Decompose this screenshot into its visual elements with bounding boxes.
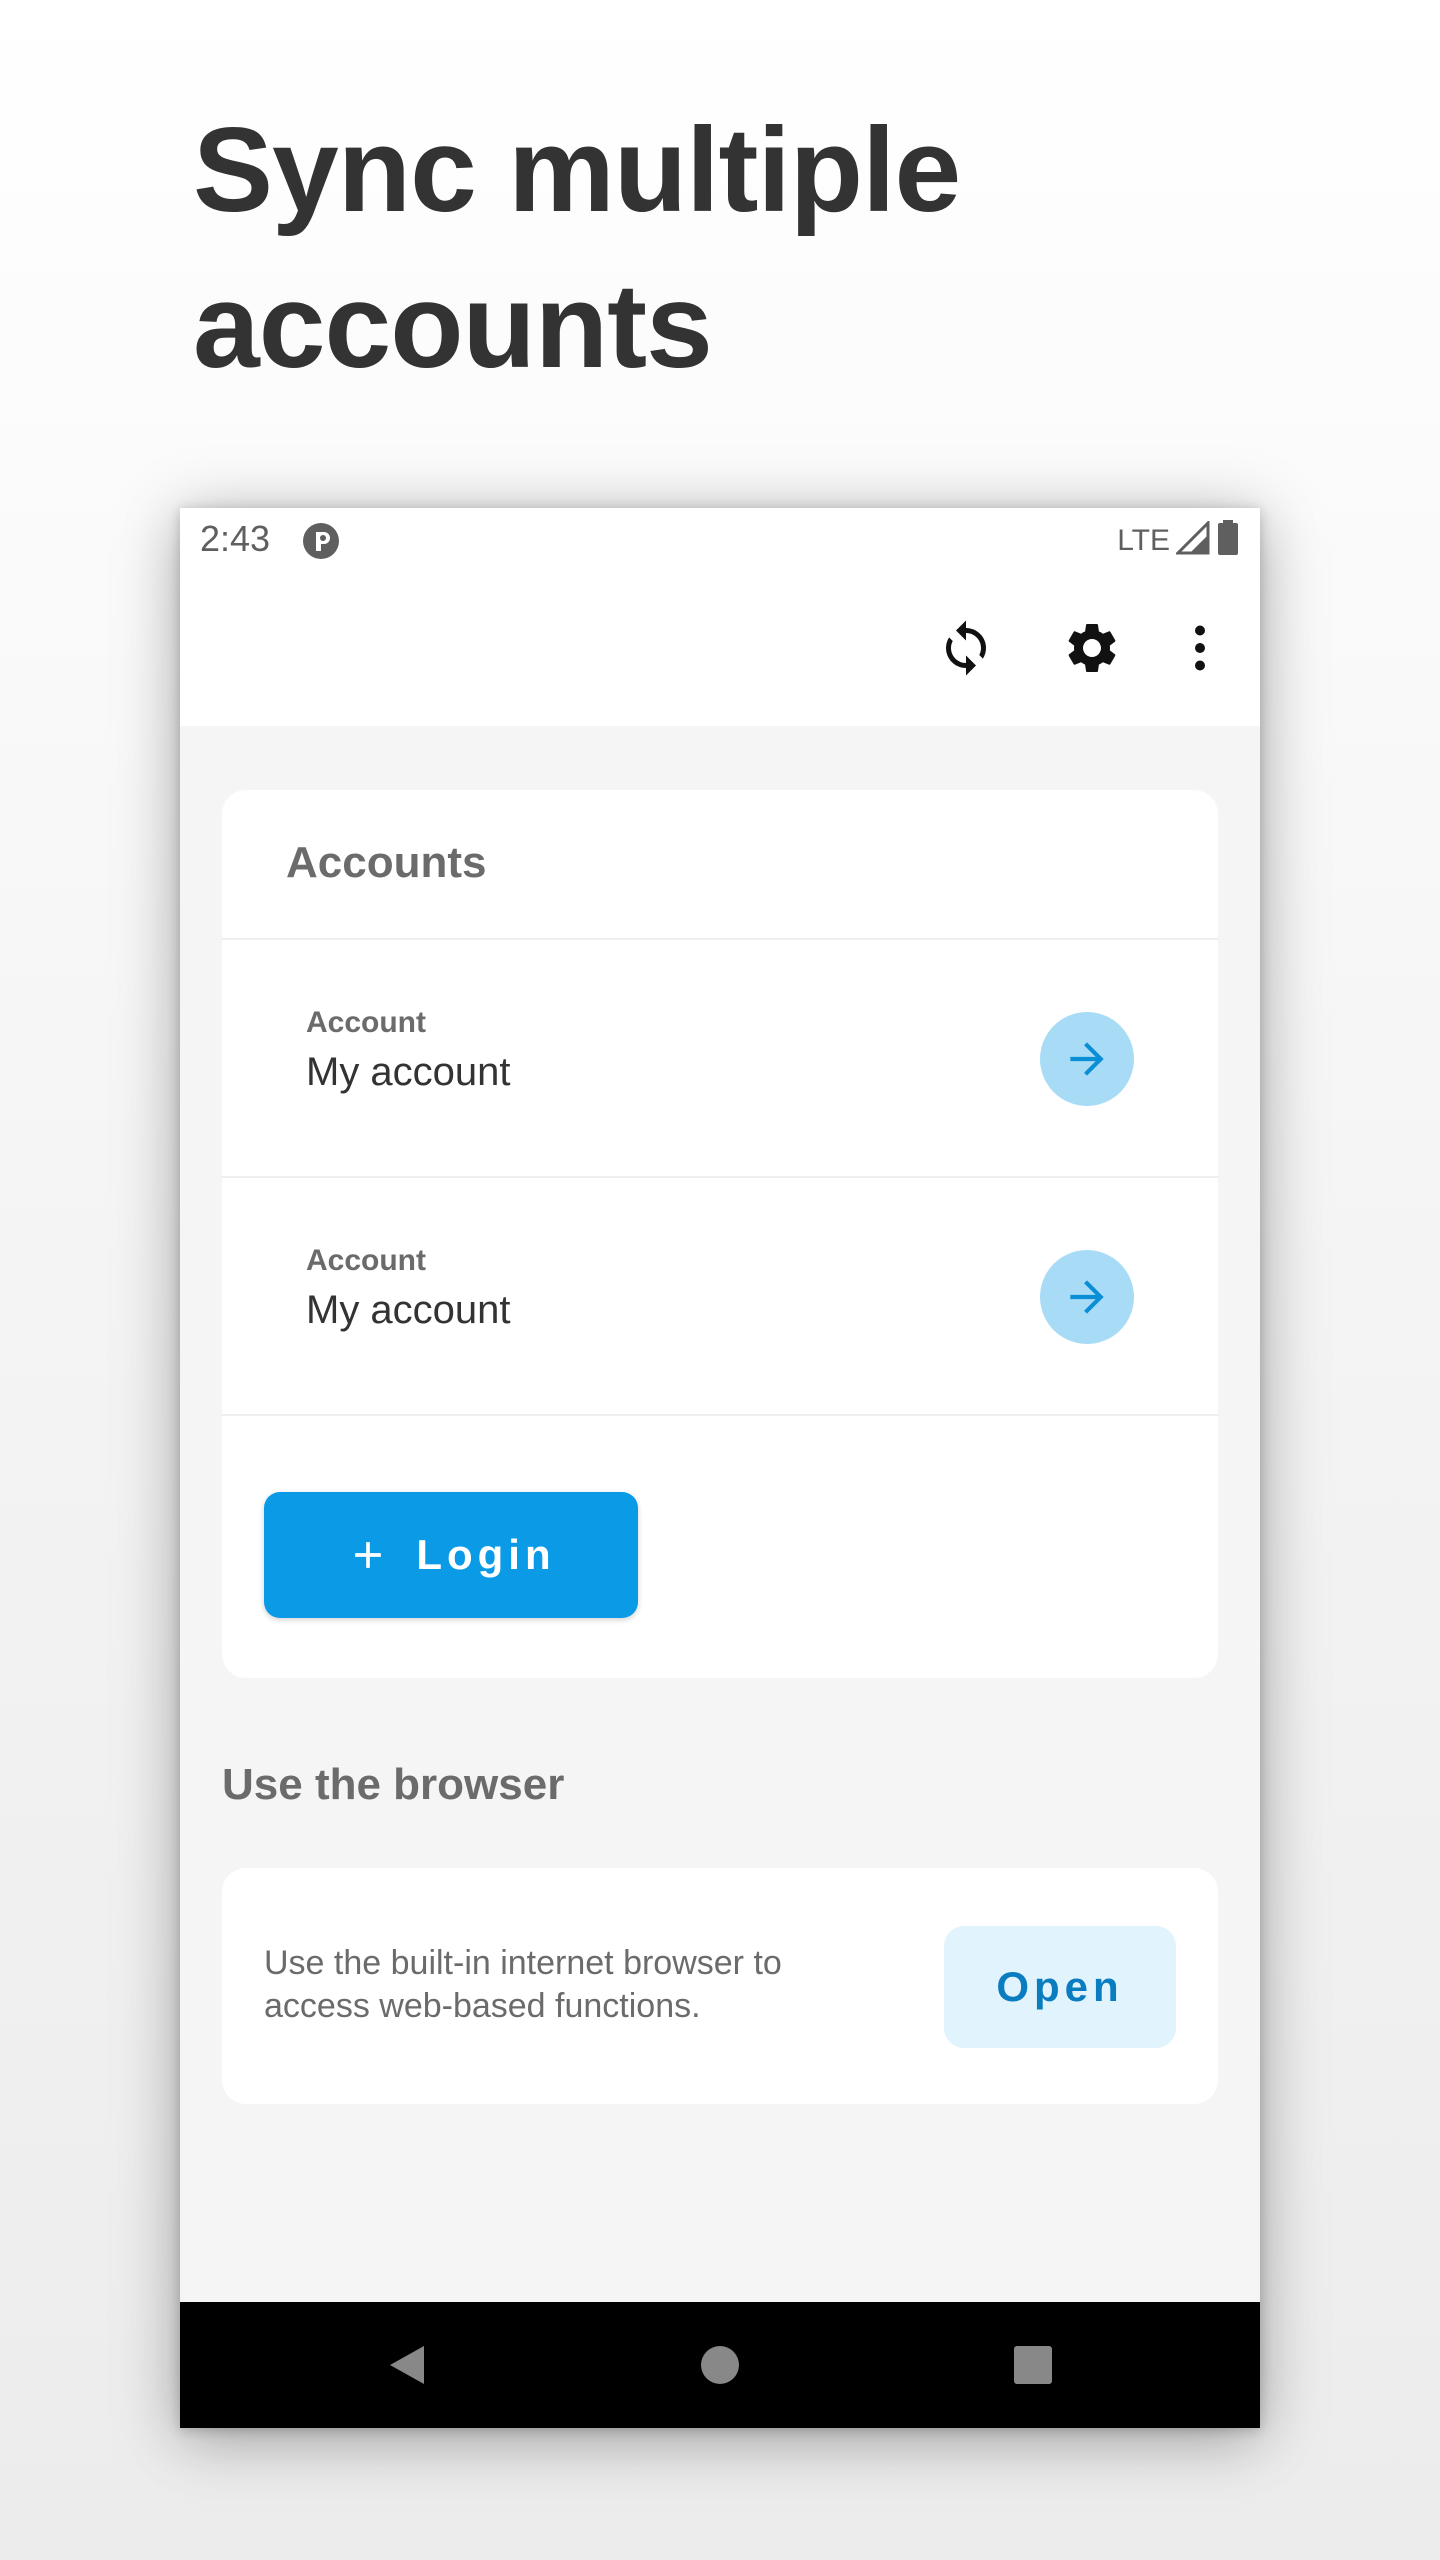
- account-caption: Account: [306, 1006, 426, 1039]
- arrow-forward-icon: [1070, 1042, 1104, 1076]
- app-notification-icon: [302, 522, 340, 565]
- plus-icon: [355, 1542, 382, 1568]
- browser-description: Use the built-in internet browser to acc…: [264, 1944, 782, 2025]
- status-bar: 2:43 LTE: [180, 508, 1260, 572]
- browser-card: Use the built-in internet browser to acc…: [222, 1868, 1218, 2104]
- login-button[interactable]: Login: [264, 1492, 638, 1618]
- accounts-title: Accounts: [286, 838, 487, 887]
- account-name: My account: [306, 1288, 511, 1332]
- back-icon[interactable]: [384, 2342, 430, 2388]
- system-navigation-bar: [180, 2302, 1260, 2428]
- battery-icon: [1216, 520, 1240, 561]
- open-account-button[interactable]: [1040, 1250, 1134, 1344]
- open-account-button[interactable]: [1040, 1012, 1134, 1106]
- account-name: My account: [306, 1050, 511, 1094]
- network-type-label: LTE: [1117, 523, 1170, 557]
- home-icon[interactable]: [697, 2342, 743, 2388]
- app-toolbar: [180, 572, 1260, 726]
- promo-headline: Sync multiple accounts: [193, 103, 961, 393]
- settings-gear-icon[interactable]: [1062, 618, 1122, 678]
- status-time: 2:43: [200, 518, 271, 559]
- divider: [222, 1414, 1218, 1416]
- account-row[interactable]: Account My account: [222, 1176, 1218, 1416]
- signal-icon: [1174, 519, 1210, 560]
- recents-icon[interactable]: [1010, 2342, 1056, 2388]
- account-row[interactable]: Account My account: [222, 938, 1218, 1178]
- sync-icon[interactable]: [936, 618, 996, 678]
- account-caption: Account: [306, 1244, 426, 1277]
- login-button-label: Login: [416, 1531, 556, 1578]
- more-vertical-icon[interactable]: [1170, 618, 1230, 678]
- phone-screen: 2:43 LTE Accounts Account My account Acc…: [180, 508, 1260, 2428]
- accounts-card: Accounts Account My account Account My a…: [222, 790, 1218, 1678]
- status-indicators: LTE: [1117, 519, 1240, 561]
- browser-section-title: Use the browser: [222, 1760, 565, 1809]
- open-browser-button[interactable]: Open: [944, 1926, 1176, 2048]
- arrow-forward-icon: [1070, 1280, 1104, 1314]
